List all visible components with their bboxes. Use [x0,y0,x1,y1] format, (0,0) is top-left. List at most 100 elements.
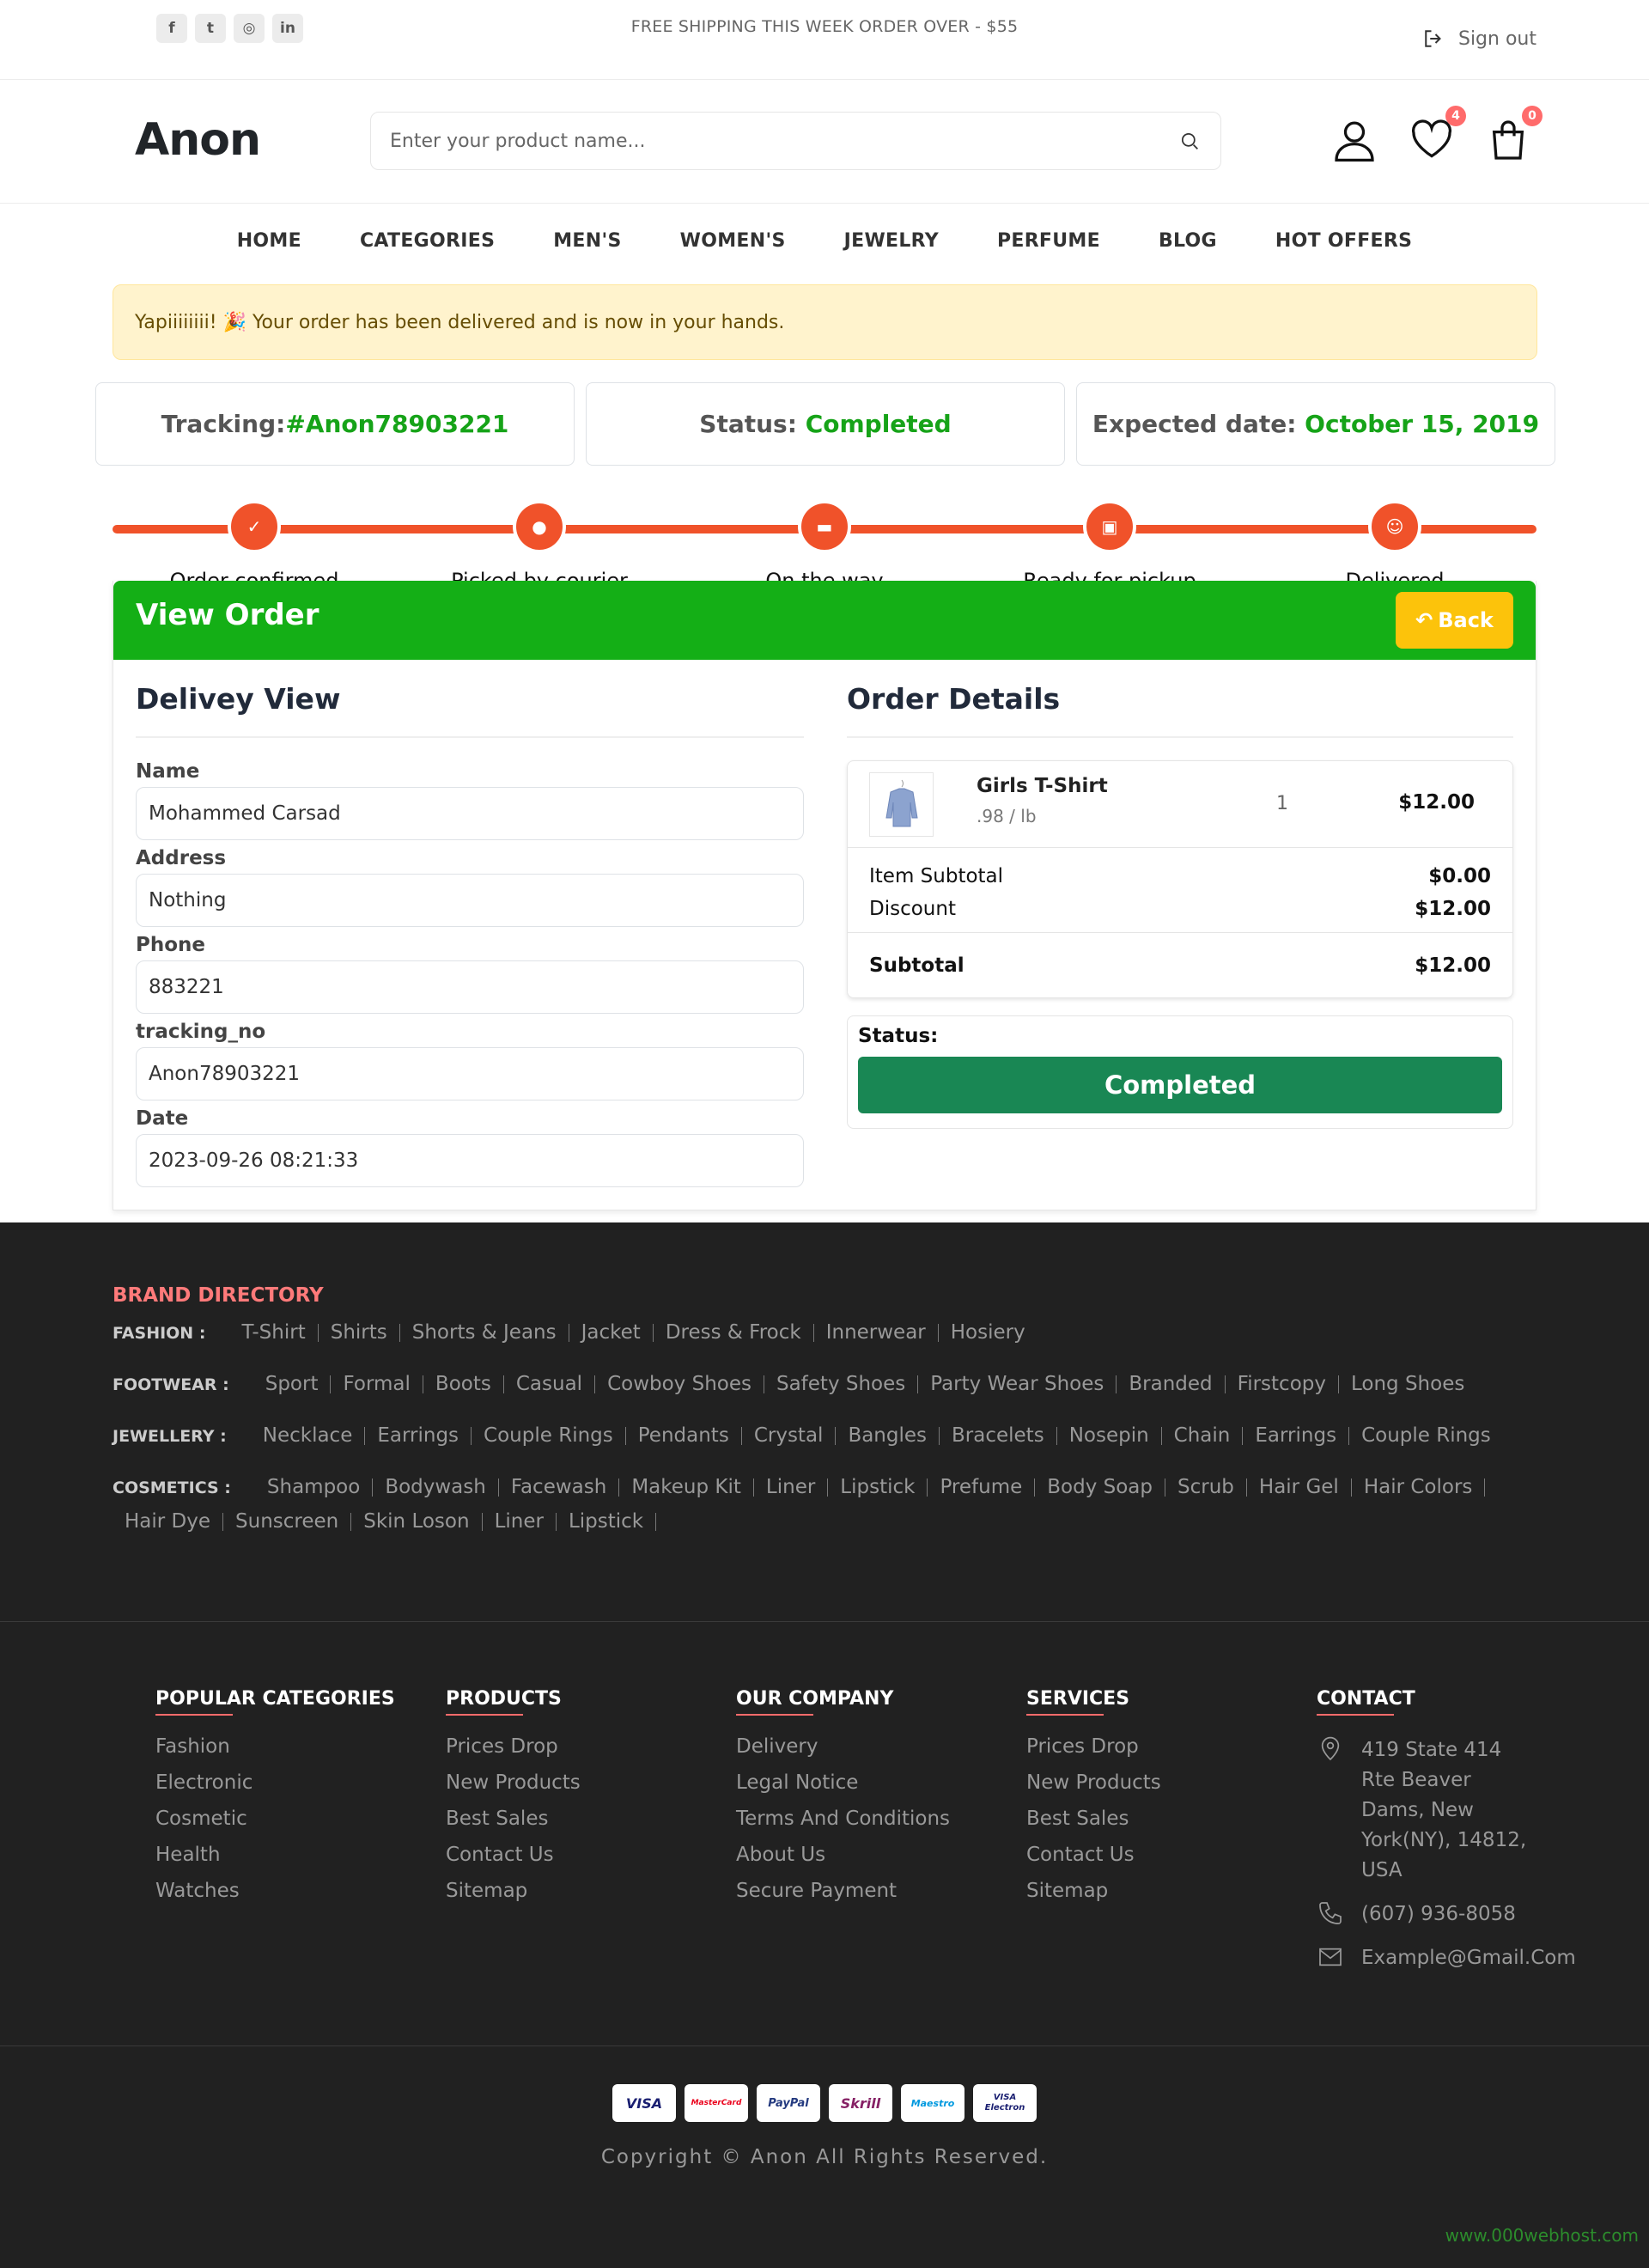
brand-link[interactable]: Safety Shoes [764,1375,919,1394]
footer-link[interactable]: Electronic [155,1771,446,1794]
view-order-body: Delivey View Name Mohammed Carsad Addres… [113,660,1536,1210]
footer-link[interactable]: Best Sales [1026,1808,1317,1830]
nav-hot-offers[interactable]: HOT OFFERS [1275,230,1412,252]
brand-link[interactable]: Jacket [569,1323,654,1343]
view-order-panel: View Order ↶ Back Delivey View Name Moha… [113,581,1536,1210]
brand-link[interactable]: Sunscreen [223,1512,352,1532]
brand-link[interactable]: Prefume [928,1478,1036,1497]
footer-link[interactable]: Legal Notice [736,1771,1026,1794]
discount-value: $12.00 [1415,898,1491,920]
footer-link[interactable]: Cosmetic [155,1808,446,1830]
contact-email-text: Example@Gmail.Com [1361,1947,1576,1969]
delivery-view: Delivey View Name Mohammed Carsad Addres… [136,660,804,1187]
brand-link[interactable]: Cowboy Shoes [595,1375,764,1394]
footer-link[interactable]: Contact Us [446,1844,736,1866]
brand-link[interactable]: Formal [331,1375,423,1394]
brand-link[interactable]: T-Shirt [229,1323,319,1343]
brand-row: JEWELLERY : Necklace Earrings Couple Rings P… [113,1426,1538,1461]
brand-link[interactable]: Bracelets [940,1426,1057,1446]
brand-link[interactable]: Bangles [836,1426,940,1446]
footer-link[interactable]: Delivery [736,1735,1026,1758]
sign-out-link[interactable]: Sign out [1421,26,1536,52]
brand-link[interactable]: Earrings [1243,1426,1350,1446]
brand-link[interactable]: Lipstick [557,1512,657,1532]
nav-categories[interactable]: CATEGORIES [360,230,495,252]
search-icon[interactable] [1177,129,1202,153]
nav-womens[interactable]: WOMEN'S [680,230,786,252]
search-input[interactable] [390,130,1177,152]
nav-jewelry[interactable]: JEWELRY [844,230,939,252]
brand-link[interactable]: Sport [253,1375,332,1394]
address-field[interactable]: Nothing [136,874,804,927]
footer-link[interactable]: Watches [155,1880,446,1902]
footer-link[interactable]: Fashion [155,1735,446,1758]
brand-link[interactable]: Couple Rings [472,1426,626,1446]
brand-link[interactable]: Facewash [499,1478,620,1497]
footer-link[interactable]: Prices Drop [446,1735,736,1758]
footer-link[interactable]: Contact Us [1026,1844,1317,1866]
brand-link[interactable]: Nosepin [1057,1426,1162,1446]
search-bar [370,112,1221,170]
nav-blog[interactable]: BLOG [1159,230,1217,252]
brand-link[interactable]: Party Wear Shoes [918,1375,1117,1394]
brand-link[interactable]: Pendants [626,1426,742,1446]
contact-address: 419 State 414 Rte Beaver Dams, New York(… [1317,1735,1607,1886]
discount-label: Discount [869,898,956,920]
brand-link[interactable]: Shorts & Jeans [400,1323,569,1343]
brand-link[interactable]: Lipstick [828,1478,928,1497]
host-watermark[interactable]: www.000webhost.com [1445,2225,1639,2246]
wishlist-icon[interactable]: 4 [1408,106,1466,164]
nav-home[interactable]: HOME [237,230,301,252]
contact-email[interactable]: Example@Gmail.Com [1317,1943,1607,1973]
logo[interactable]: Anon [135,114,261,166]
back-button[interactable]: ↶ Back [1396,592,1513,649]
brand-link[interactable]: Body Soap [1035,1478,1166,1497]
user-icon[interactable] [1330,116,1378,164]
footer-link[interactable]: Best Sales [446,1808,736,1830]
brand-link[interactable]: Shirts [319,1323,400,1343]
footer-link[interactable]: About Us [736,1844,1026,1866]
brand-link[interactable]: Branded [1117,1375,1226,1394]
truck-icon: ▬ [798,500,851,553]
brand-link[interactable]: Makeup Kit [619,1478,754,1497]
nav-mens[interactable]: MEN'S [553,230,621,252]
footer-link[interactable]: Sitemap [1026,1880,1317,1902]
footer-link[interactable]: Prices Drop [1026,1735,1317,1758]
brand-link[interactable]: Hair Colors [1352,1478,1486,1497]
main-nav: HOME CATEGORIES MEN'S WOMEN'S JEWELRY PE… [0,204,1649,277]
cart-icon[interactable]: 0 [1484,106,1543,164]
brand-link[interactable]: Scrub [1165,1478,1247,1497]
footer-link[interactable]: Sitemap [446,1880,736,1902]
brand-link[interactable]: Skin Loson [351,1512,483,1532]
tracking-no-field[interactable]: Anon78903221 [136,1047,804,1100]
brand-link[interactable]: Dress & Frock [654,1323,814,1343]
brand-link[interactable]: Liner [483,1512,557,1532]
nav-perfume[interactable]: PERFUME [997,230,1100,252]
brand-link[interactable]: Hair Dye [113,1512,224,1532]
brand-link[interactable]: Boots [423,1375,504,1394]
brand-link[interactable]: Firstcopy [1226,1375,1339,1394]
footer-link[interactable]: Terms And Conditions [736,1808,1026,1830]
brand-link[interactable]: Couple Rings [1349,1426,1503,1446]
brand-link[interactable]: Bodywash [373,1478,499,1497]
footer-link[interactable]: Secure Payment [736,1880,1026,1902]
name-field[interactable]: Mohammed Carsad [136,787,804,840]
phone-field[interactable]: 883221 [136,960,804,1014]
brand-link[interactable]: Liner [754,1478,829,1497]
footer-link[interactable]: New Products [446,1771,736,1794]
brand-link[interactable]: Crystal [742,1426,837,1446]
brand-link[interactable]: Casual [504,1375,596,1394]
brand-link[interactable]: Earrings [365,1426,472,1446]
contact-phone[interactable]: (607) 936-8058 [1317,1899,1607,1930]
brand-link[interactable]: Necklace [251,1426,366,1446]
footer-link[interactable]: New Products [1026,1771,1317,1794]
footer-column: OUR COMPANY Delivery Legal Notice Terms And… [736,1688,1026,1987]
date-field[interactable]: 2023-09-26 08:21:33 [136,1134,804,1187]
brand-link[interactable]: Innerwear [814,1323,939,1343]
brand-link[interactable]: Hosiery [939,1323,1037,1343]
brand-link[interactable]: Hair Gel [1247,1478,1352,1497]
brand-link[interactable]: Shampoo [255,1478,374,1497]
brand-link[interactable]: Long Shoes [1339,1375,1476,1394]
brand-link[interactable]: Chain [1162,1426,1244,1446]
footer-link[interactable]: Health [155,1844,446,1866]
